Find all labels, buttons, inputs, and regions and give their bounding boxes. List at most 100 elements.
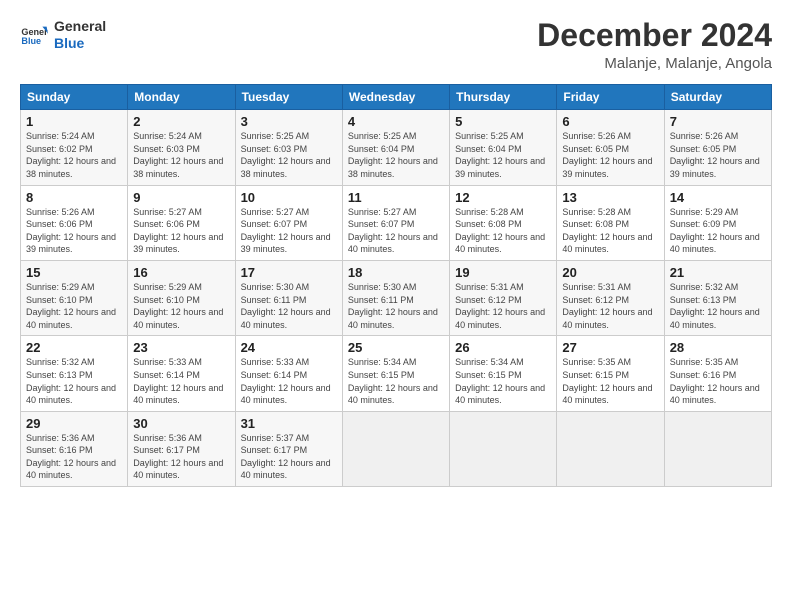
day-cell: 8 Sunrise: 5:26 AM Sunset: 6:06 PM Dayli… <box>21 185 128 260</box>
day-info: Sunrise: 5:30 AM Sunset: 6:11 PM Dayligh… <box>348 281 444 331</box>
day-cell <box>664 411 771 486</box>
day-number: 14 <box>670 190 766 205</box>
day-cell: 7 Sunrise: 5:26 AM Sunset: 6:05 PM Dayli… <box>664 110 771 185</box>
day-cell <box>557 411 664 486</box>
day-info: Sunrise: 5:25 AM Sunset: 6:03 PM Dayligh… <box>241 130 337 180</box>
day-cell: 24 Sunrise: 5:33 AM Sunset: 6:14 PM Dayl… <box>235 336 342 411</box>
day-info: Sunrise: 5:29 AM Sunset: 6:10 PM Dayligh… <box>133 281 229 331</box>
day-cell <box>342 411 449 486</box>
day-cell: 1 Sunrise: 5:24 AM Sunset: 6:02 PM Dayli… <box>21 110 128 185</box>
day-info: Sunrise: 5:36 AM Sunset: 6:16 PM Dayligh… <box>26 432 122 482</box>
day-cell: 30 Sunrise: 5:36 AM Sunset: 6:17 PM Dayl… <box>128 411 235 486</box>
day-info: Sunrise: 5:35 AM Sunset: 6:16 PM Dayligh… <box>670 356 766 406</box>
day-info: Sunrise: 5:26 AM Sunset: 6:05 PM Dayligh… <box>670 130 766 180</box>
day-cell: 6 Sunrise: 5:26 AM Sunset: 6:05 PM Dayli… <box>557 110 664 185</box>
header: General Blue General Blue December 2024 … <box>20 18 772 72</box>
day-cell: 28 Sunrise: 5:35 AM Sunset: 6:16 PM Dayl… <box>664 336 771 411</box>
day-info: Sunrise: 5:33 AM Sunset: 6:14 PM Dayligh… <box>241 356 337 406</box>
subtitle: Malanje, Malanje, Angola <box>537 55 772 72</box>
day-info: Sunrise: 5:28 AM Sunset: 6:08 PM Dayligh… <box>455 206 551 256</box>
col-header-friday: Friday <box>557 85 664 110</box>
logo: General Blue General Blue <box>20 18 106 52</box>
day-cell: 16 Sunrise: 5:29 AM Sunset: 6:10 PM Dayl… <box>128 260 235 335</box>
logo-blue: Blue <box>54 35 106 52</box>
day-info: Sunrise: 5:24 AM Sunset: 6:02 PM Dayligh… <box>26 130 122 180</box>
day-number: 1 <box>26 114 122 129</box>
day-number: 2 <box>133 114 229 129</box>
day-info: Sunrise: 5:33 AM Sunset: 6:14 PM Dayligh… <box>133 356 229 406</box>
day-cell: 18 Sunrise: 5:30 AM Sunset: 6:11 PM Dayl… <box>342 260 449 335</box>
day-cell: 23 Sunrise: 5:33 AM Sunset: 6:14 PM Dayl… <box>128 336 235 411</box>
week-row-1: 1 Sunrise: 5:24 AM Sunset: 6:02 PM Dayli… <box>21 110 772 185</box>
col-header-monday: Monday <box>128 85 235 110</box>
day-number: 27 <box>562 340 658 355</box>
day-number: 25 <box>348 340 444 355</box>
col-header-tuesday: Tuesday <box>235 85 342 110</box>
week-row-3: 15 Sunrise: 5:29 AM Sunset: 6:10 PM Dayl… <box>21 260 772 335</box>
logo-icon: General Blue <box>20 21 48 49</box>
col-header-wednesday: Wednesday <box>342 85 449 110</box>
svg-text:Blue: Blue <box>21 36 41 46</box>
day-number: 16 <box>133 265 229 280</box>
day-cell: 13 Sunrise: 5:28 AM Sunset: 6:08 PM Dayl… <box>557 185 664 260</box>
day-cell: 2 Sunrise: 5:24 AM Sunset: 6:03 PM Dayli… <box>128 110 235 185</box>
day-info: Sunrise: 5:36 AM Sunset: 6:17 PM Dayligh… <box>133 432 229 482</box>
day-cell: 17 Sunrise: 5:30 AM Sunset: 6:11 PM Dayl… <box>235 260 342 335</box>
day-info: Sunrise: 5:37 AM Sunset: 6:17 PM Dayligh… <box>241 432 337 482</box>
day-number: 13 <box>562 190 658 205</box>
day-cell: 12 Sunrise: 5:28 AM Sunset: 6:08 PM Dayl… <box>450 185 557 260</box>
day-number: 30 <box>133 416 229 431</box>
day-cell: 15 Sunrise: 5:29 AM Sunset: 6:10 PM Dayl… <box>21 260 128 335</box>
day-info: Sunrise: 5:27 AM Sunset: 6:07 PM Dayligh… <box>348 206 444 256</box>
day-cell <box>450 411 557 486</box>
day-info: Sunrise: 5:29 AM Sunset: 6:09 PM Dayligh… <box>670 206 766 256</box>
day-info: Sunrise: 5:27 AM Sunset: 6:06 PM Dayligh… <box>133 206 229 256</box>
day-info: Sunrise: 5:30 AM Sunset: 6:11 PM Dayligh… <box>241 281 337 331</box>
day-cell: 20 Sunrise: 5:31 AM Sunset: 6:12 PM Dayl… <box>557 260 664 335</box>
day-cell: 4 Sunrise: 5:25 AM Sunset: 6:04 PM Dayli… <box>342 110 449 185</box>
day-cell: 27 Sunrise: 5:35 AM Sunset: 6:15 PM Dayl… <box>557 336 664 411</box>
calendar-table: SundayMondayTuesdayWednesdayThursdayFrid… <box>20 84 772 487</box>
day-info: Sunrise: 5:29 AM Sunset: 6:10 PM Dayligh… <box>26 281 122 331</box>
day-info: Sunrise: 5:26 AM Sunset: 6:05 PM Dayligh… <box>562 130 658 180</box>
day-info: Sunrise: 5:25 AM Sunset: 6:04 PM Dayligh… <box>455 130 551 180</box>
col-header-thursday: Thursday <box>450 85 557 110</box>
day-number: 11 <box>348 190 444 205</box>
day-number: 26 <box>455 340 551 355</box>
day-number: 15 <box>26 265 122 280</box>
day-number: 29 <box>26 416 122 431</box>
day-cell: 19 Sunrise: 5:31 AM Sunset: 6:12 PM Dayl… <box>450 260 557 335</box>
day-info: Sunrise: 5:27 AM Sunset: 6:07 PM Dayligh… <box>241 206 337 256</box>
main-title: December 2024 <box>537 18 772 53</box>
day-number: 10 <box>241 190 337 205</box>
day-number: 24 <box>241 340 337 355</box>
day-info: Sunrise: 5:26 AM Sunset: 6:06 PM Dayligh… <box>26 206 122 256</box>
day-number: 6 <box>562 114 658 129</box>
day-cell: 3 Sunrise: 5:25 AM Sunset: 6:03 PM Dayli… <box>235 110 342 185</box>
day-number: 18 <box>348 265 444 280</box>
day-number: 23 <box>133 340 229 355</box>
week-row-5: 29 Sunrise: 5:36 AM Sunset: 6:16 PM Dayl… <box>21 411 772 486</box>
week-row-2: 8 Sunrise: 5:26 AM Sunset: 6:06 PM Dayli… <box>21 185 772 260</box>
day-number: 7 <box>670 114 766 129</box>
day-cell: 31 Sunrise: 5:37 AM Sunset: 6:17 PM Dayl… <box>235 411 342 486</box>
day-number: 21 <box>670 265 766 280</box>
title-block: December 2024 Malanje, Malanje, Angola <box>537 18 772 72</box>
day-cell: 11 Sunrise: 5:27 AM Sunset: 6:07 PM Dayl… <box>342 185 449 260</box>
day-cell: 22 Sunrise: 5:32 AM Sunset: 6:13 PM Dayl… <box>21 336 128 411</box>
day-cell: 21 Sunrise: 5:32 AM Sunset: 6:13 PM Dayl… <box>664 260 771 335</box>
day-number: 22 <box>26 340 122 355</box>
page: General Blue General Blue December 2024 … <box>0 0 792 612</box>
day-cell: 14 Sunrise: 5:29 AM Sunset: 6:09 PM Dayl… <box>664 185 771 260</box>
day-info: Sunrise: 5:34 AM Sunset: 6:15 PM Dayligh… <box>348 356 444 406</box>
day-info: Sunrise: 5:32 AM Sunset: 6:13 PM Dayligh… <box>670 281 766 331</box>
col-header-saturday: Saturday <box>664 85 771 110</box>
day-number: 31 <box>241 416 337 431</box>
day-info: Sunrise: 5:32 AM Sunset: 6:13 PM Dayligh… <box>26 356 122 406</box>
day-number: 19 <box>455 265 551 280</box>
day-info: Sunrise: 5:31 AM Sunset: 6:12 PM Dayligh… <box>455 281 551 331</box>
day-number: 3 <box>241 114 337 129</box>
day-info: Sunrise: 5:35 AM Sunset: 6:15 PM Dayligh… <box>562 356 658 406</box>
day-number: 8 <box>26 190 122 205</box>
day-number: 9 <box>133 190 229 205</box>
